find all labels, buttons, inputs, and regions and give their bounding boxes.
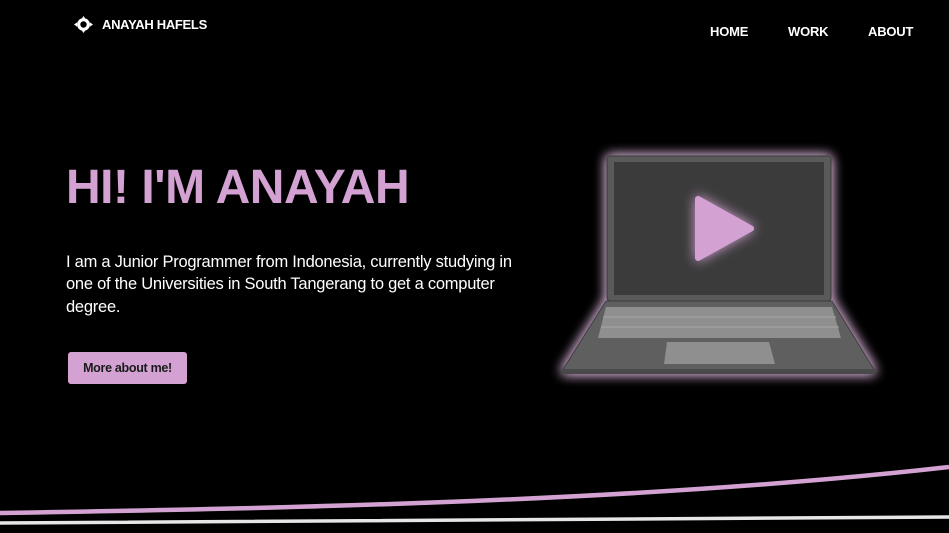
main-nav: HOME WORK ABOUT (0, 24, 949, 40)
decorative-waves (0, 464, 949, 525)
hero-title: HI! I'M ANAYAH (66, 161, 410, 214)
laptop-illustration (548, 142, 893, 397)
more-about-me-button[interactable]: More about me! (68, 352, 187, 384)
nav-home-link[interactable]: HOME (710, 24, 748, 39)
nav-work-link[interactable]: WORK (788, 24, 829, 39)
hero-description: I am a Junior Programmer from Indonesia,… (66, 253, 512, 316)
laptop-play-icon (561, 155, 876, 374)
nav-about-link[interactable]: ABOUT (868, 24, 913, 39)
